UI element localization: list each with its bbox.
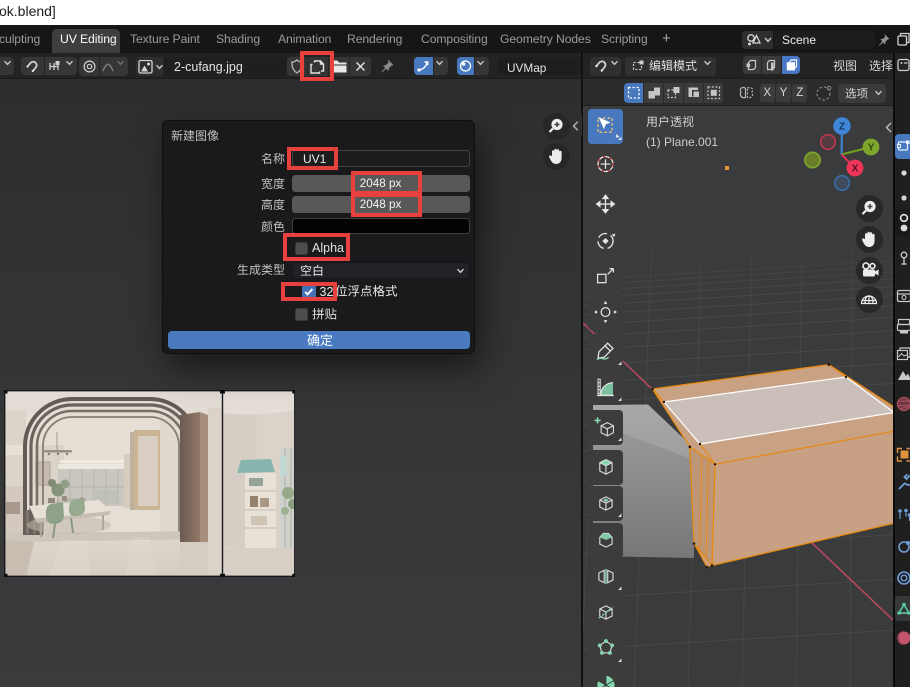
svg-text:Z: Z: [839, 122, 845, 133]
svg-text:Y: Y: [868, 143, 875, 154]
svg-text:X: X: [852, 164, 859, 175]
